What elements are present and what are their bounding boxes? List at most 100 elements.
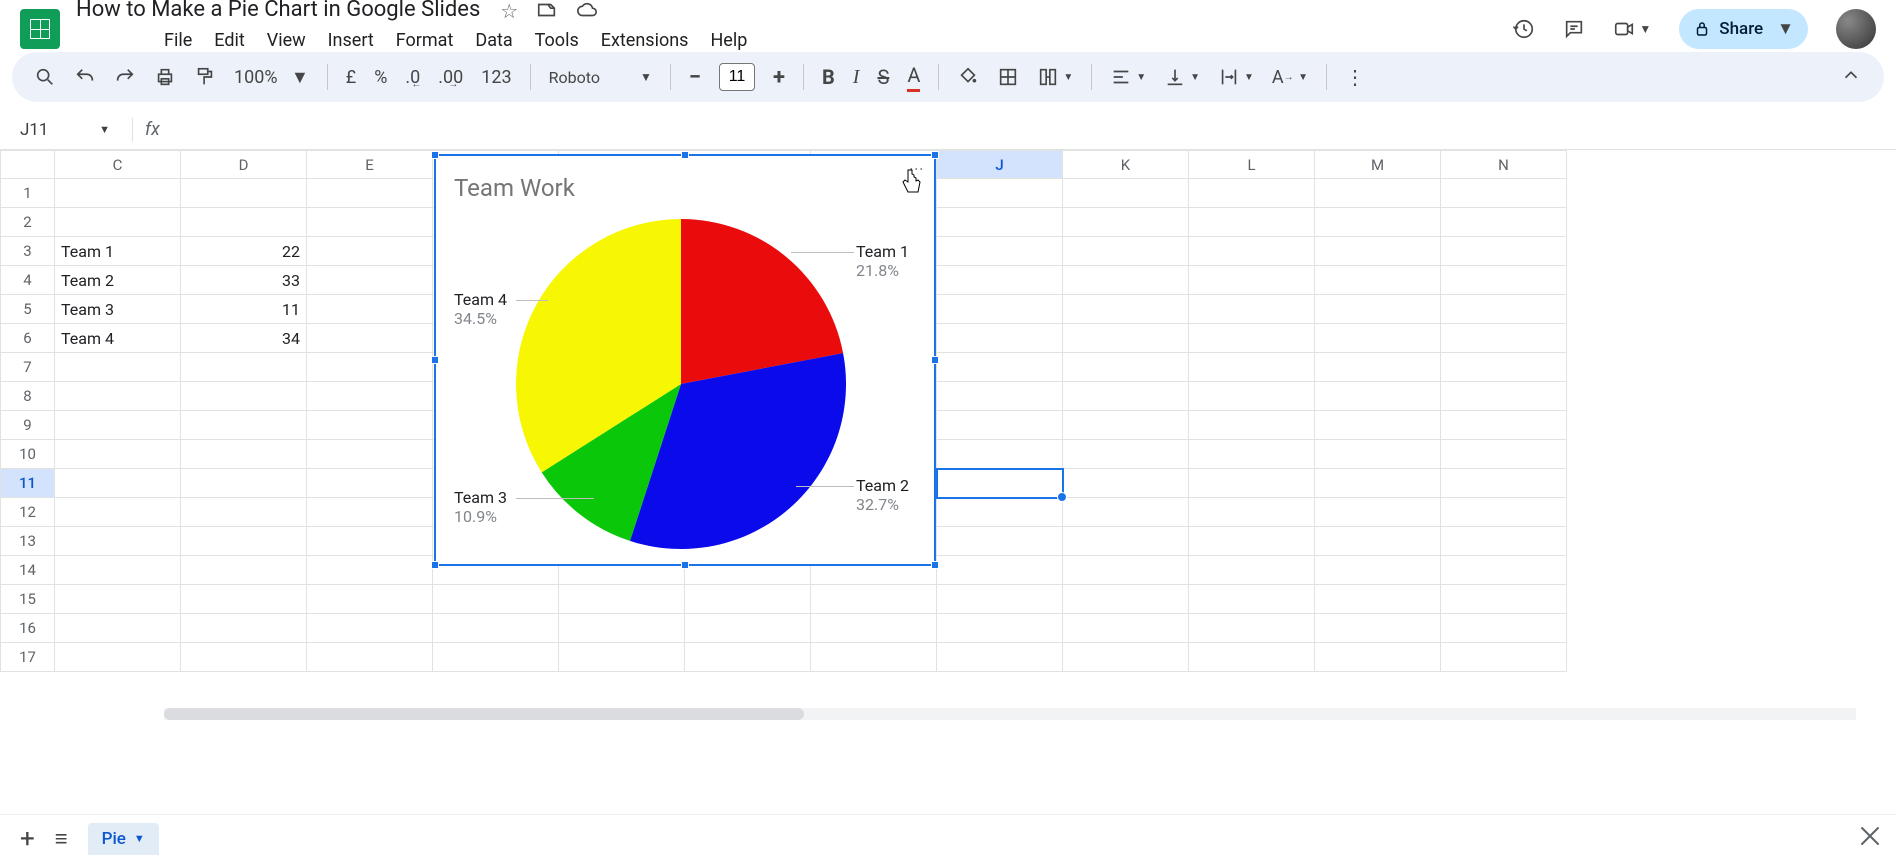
cell-M11[interactable] (1315, 469, 1441, 498)
cell-E9[interactable] (307, 411, 433, 440)
all-sheets-button[interactable]: ≡ (55, 826, 68, 852)
increase-decimal-button[interactable]: .00→ (438, 67, 463, 88)
search-menus-icon[interactable] (34, 66, 56, 88)
cell-F17[interactable] (433, 643, 559, 672)
cell-K6[interactable] (1063, 324, 1189, 353)
cell-D3[interactable]: 22 (181, 237, 307, 266)
cell-L7[interactable] (1189, 353, 1315, 382)
name-box[interactable]: J11 ▼ (10, 120, 120, 140)
resize-handle-e[interactable] (931, 356, 939, 364)
cell-F16[interactable] (433, 614, 559, 643)
col-header-K[interactable]: K (1063, 151, 1189, 179)
cell-K16[interactable] (1063, 614, 1189, 643)
cell-L4[interactable] (1189, 266, 1315, 295)
cell-M13[interactable] (1315, 527, 1441, 556)
cell-C4[interactable]: Team 2 (55, 266, 181, 295)
decrease-font-size-button[interactable]: − (689, 65, 701, 90)
row-header-10[interactable]: 10 (1, 440, 55, 469)
fill-color-button[interactable] (957, 66, 979, 88)
cell-L5[interactable] (1189, 295, 1315, 324)
cell-K13[interactable] (1063, 527, 1189, 556)
cell-E11[interactable] (307, 469, 433, 498)
row-header-2[interactable]: 2 (1, 208, 55, 237)
cell-L16[interactable] (1189, 614, 1315, 643)
col-header-M[interactable]: M (1315, 151, 1441, 179)
cell-F15[interactable] (433, 585, 559, 614)
cell-N2[interactable] (1441, 208, 1567, 237)
star-icon[interactable]: ☆ (500, 0, 518, 26)
cell-E8[interactable] (307, 382, 433, 411)
chart-more-icon[interactable]: ⋮ (908, 162, 924, 172)
cell-M17[interactable] (1315, 643, 1441, 672)
cell-N10[interactable] (1441, 440, 1567, 469)
menu-insert[interactable]: Insert (328, 30, 374, 51)
cell-J1[interactable] (937, 179, 1063, 208)
cell-E1[interactable] (307, 179, 433, 208)
font-size-input[interactable] (719, 63, 755, 91)
col-header-N[interactable]: N (1441, 151, 1567, 179)
bold-button[interactable]: B (822, 65, 835, 89)
row-header-16[interactable]: 16 (1, 614, 55, 643)
cell-C14[interactable] (55, 556, 181, 585)
cell-K11[interactable] (1063, 469, 1189, 498)
add-sheet-button[interactable]: + (20, 824, 35, 854)
col-header-C[interactable]: C (55, 151, 181, 179)
cell-L13[interactable] (1189, 527, 1315, 556)
cell-N11[interactable] (1441, 469, 1567, 498)
cell-N17[interactable] (1441, 643, 1567, 672)
cell-C17[interactable] (55, 643, 181, 672)
cell-L9[interactable] (1189, 411, 1315, 440)
meet-icon[interactable]: ▼ (1613, 18, 1651, 40)
undo-icon[interactable] (74, 66, 96, 88)
document-title[interactable]: How to Make a Pie Chart in Google Slides (76, 0, 480, 22)
cell-J2[interactable] (937, 208, 1063, 237)
cell-K15[interactable] (1063, 585, 1189, 614)
cell-C15[interactable] (55, 585, 181, 614)
cell-C11[interactable] (55, 469, 181, 498)
cell-C1[interactable] (55, 179, 181, 208)
cell-D12[interactable] (181, 498, 307, 527)
menu-edit[interactable]: Edit (214, 30, 244, 51)
cell-K9[interactable] (1063, 411, 1189, 440)
borders-button[interactable] (997, 66, 1019, 88)
cell-C12[interactable] (55, 498, 181, 527)
cell-D13[interactable] (181, 527, 307, 556)
name-box-caret-icon[interactable]: ▼ (99, 123, 110, 136)
print-icon[interactable] (154, 66, 176, 88)
row-header-17[interactable]: 17 (1, 643, 55, 672)
cell-E15[interactable] (307, 585, 433, 614)
cell-L1[interactable] (1189, 179, 1315, 208)
col-header-D[interactable]: D (181, 151, 307, 179)
share-button[interactable]: Share ▼ (1679, 9, 1808, 49)
row-header-4[interactable]: 4 (1, 266, 55, 295)
account-avatar[interactable] (1836, 9, 1876, 49)
cell-E12[interactable] (307, 498, 433, 527)
cell-M5[interactable] (1315, 295, 1441, 324)
cell-E16[interactable] (307, 614, 433, 643)
row-header-3[interactable]: 3 (1, 237, 55, 266)
menu-data[interactable]: Data (475, 30, 512, 51)
strikethrough-button[interactable]: S (877, 65, 889, 89)
cell-L14[interactable] (1189, 556, 1315, 585)
cell-J3[interactable] (937, 237, 1063, 266)
cell-L10[interactable] (1189, 440, 1315, 469)
cell-D14[interactable] (181, 556, 307, 585)
horizontal-align-button[interactable]: ▼ (1110, 66, 1146, 88)
resize-handle-se[interactable] (931, 561, 939, 569)
resize-handle-sw[interactable] (431, 561, 439, 569)
cell-J14[interactable] (937, 556, 1063, 585)
cell-N7[interactable] (1441, 353, 1567, 382)
cell-K14[interactable] (1063, 556, 1189, 585)
cell-J10[interactable] (937, 440, 1063, 469)
cell-D5[interactable]: 11 (181, 295, 307, 324)
text-wrap-button[interactable]: ▼ (1218, 66, 1254, 88)
cell-I16[interactable] (811, 614, 937, 643)
cell-N6[interactable] (1441, 324, 1567, 353)
cell-M2[interactable] (1315, 208, 1441, 237)
resize-handle-w[interactable] (431, 356, 439, 364)
share-caret-icon[interactable]: ▼ (1777, 19, 1794, 39)
cell-E10[interactable] (307, 440, 433, 469)
cell-L2[interactable] (1189, 208, 1315, 237)
menu-tools[interactable]: Tools (535, 30, 579, 51)
row-header-7[interactable]: 7 (1, 353, 55, 382)
